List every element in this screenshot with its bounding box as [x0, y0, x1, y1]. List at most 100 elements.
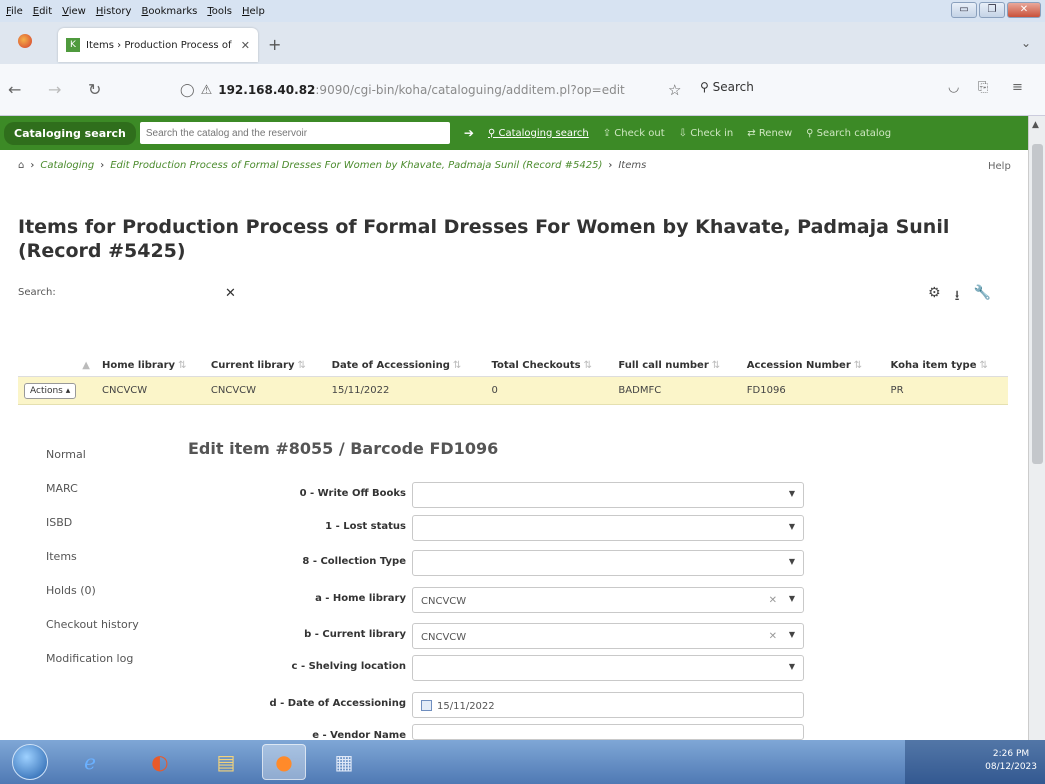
list-tabs-icon[interactable]: ⌄	[1021, 36, 1031, 50]
browser-tab[interactable]: K Items › Production Process of ✕	[58, 28, 258, 62]
hamburger-menu-icon[interactable]: ≡	[1012, 80, 1023, 95]
tab-strip: K Items › Production Process of ✕ + ⌄	[0, 22, 1045, 64]
column-header-sort[interactable]: ▲	[18, 355, 96, 377]
firefox-view-icon[interactable]	[18, 34, 32, 48]
clock[interactable]: 2:26 PM 08/12/2023	[985, 748, 1037, 774]
breadcrumb-separator: ›	[608, 160, 613, 171]
table-row: Actions ▴ CNCVCW CNCVCW 15/11/2022 0 BAD…	[18, 376, 1008, 405]
nav-marc[interactable]: MARC	[46, 482, 139, 516]
sort-icon: ⇅	[178, 360, 187, 371]
column-header-total-checkouts[interactable]: Total Checkouts ⇅	[485, 355, 613, 377]
sort-icon: ⇅	[853, 360, 863, 371]
url-path: :9090/cgi-bin/koha/cataloguing/additem.p…	[315, 83, 625, 97]
calendar-icon[interactable]	[421, 700, 432, 711]
connection-icon[interactable]: ⚠	[201, 83, 213, 98]
field-label: 0 - Write Off Books	[299, 488, 406, 499]
shelving-location-select[interactable]: ▼	[412, 655, 804, 681]
scrollbar-thumb[interactable]	[1032, 144, 1043, 464]
vendor-name-input[interactable]	[412, 724, 804, 740]
column-header-date-of-accessioning[interactable]: Date of Accessioning ⇅	[325, 355, 486, 377]
breadcrumb-separator: ›	[100, 160, 105, 171]
forward-icon[interactable]: →	[48, 80, 61, 99]
nav-items[interactable]: Items	[46, 550, 139, 584]
clear-selection-icon[interactable]: ✕	[769, 631, 777, 642]
write-off-books-select[interactable]: ▼	[412, 482, 804, 508]
extensions-icon[interactable]: ⎘	[978, 80, 988, 95]
document-icon[interactable]: ▦	[322, 744, 366, 780]
column-header-home-library[interactable]: Home library ⇅	[96, 355, 205, 377]
breadcrumb-separator: ›	[30, 160, 35, 171]
bookmark-star-icon[interactable]: ☆	[668, 81, 681, 99]
menu-bookmarks[interactable]: Bookmarks	[141, 6, 197, 17]
menu-history[interactable]: History	[96, 6, 132, 17]
minimize-icon[interactable]: ▭	[951, 2, 977, 18]
dropdown-arrow-icon: ▼	[788, 594, 795, 603]
gear-icon[interactable]: ⚙	[928, 285, 941, 309]
nav-holds[interactable]: Holds (0)	[46, 584, 139, 618]
vertical-scrollbar[interactable]: ▲	[1028, 116, 1045, 740]
dropdown-arrow-icon: ▼	[788, 630, 795, 639]
edit-item-title: Edit item #8055 / Barcode FD1096	[188, 439, 499, 458]
link-cataloging-search[interactable]: ⚲ Cataloging search	[488, 128, 589, 139]
pocket-icon[interactable]: ◡	[948, 80, 959, 95]
url-bar[interactable]: ◯ ⚠ 192.168.40.82:9090/cgi-bin/koha/cata…	[180, 76, 770, 104]
download-icon[interactable]: ⭳	[955, 285, 960, 309]
help-link[interactable]: Help	[988, 161, 1011, 172]
cell-current-library: CNCVCW	[204, 376, 326, 405]
browser-search-box[interactable]: ⚲ Search	[700, 80, 754, 94]
home-icon[interactable]: ⌂	[18, 160, 24, 171]
date-of-accessioning-input[interactable]: 15/11/2022	[412, 692, 804, 718]
breadcrumb-cataloging[interactable]: Cataloging	[40, 160, 94, 171]
wrench-icon[interactable]: 🔧	[973, 285, 990, 309]
office-icon[interactable]: ◐	[138, 744, 182, 780]
menu-view[interactable]: View	[62, 6, 86, 17]
menu-file[interactable]: File	[6, 6, 23, 17]
field-label: a - Home library	[315, 593, 406, 604]
column-header-koha-item-type[interactable]: Koha item type ⇅	[884, 355, 1008, 377]
new-tab-icon[interactable]: +	[268, 35, 281, 54]
nav-normal[interactable]: Normal	[46, 448, 139, 482]
column-header-accession-number[interactable]: Accession Number ⇅	[740, 355, 885, 377]
restore-icon[interactable]: ❐	[979, 2, 1005, 18]
column-header-current-library[interactable]: Current library ⇅	[204, 355, 326, 377]
back-icon[interactable]: ←	[8, 80, 21, 99]
link-search-catalog[interactable]: ⚲ Search catalog	[806, 128, 891, 139]
menu-tools[interactable]: Tools	[207, 6, 232, 17]
internet-explorer-icon[interactable]: ℯ	[68, 744, 112, 780]
breadcrumb-record[interactable]: Edit Production Process of Formal Dresse…	[110, 160, 602, 171]
sort-icon: ▲	[82, 360, 90, 371]
firefox-icon[interactable]: ●	[262, 744, 306, 780]
catalog-search-input[interactable]	[139, 122, 450, 144]
reload-icon[interactable]: ↻	[88, 80, 101, 99]
search-submit-icon[interactable]: ➔	[464, 126, 474, 140]
cataloging-search-tab[interactable]: Cataloging search	[4, 121, 136, 145]
folder-icon[interactable]: ▤	[204, 744, 248, 780]
windows-taskbar: ℯ ◐ ▤ ● ▦ 2:26 PM 08/12/2023	[0, 740, 1045, 784]
tab-close-icon[interactable]: ✕	[241, 39, 250, 52]
url-host: 192.168.40.82	[218, 83, 316, 97]
clear-selection-icon[interactable]: ✕	[769, 595, 777, 606]
collection-type-select[interactable]: ▼	[412, 550, 804, 576]
menu-help[interactable]: Help	[242, 6, 265, 17]
start-button[interactable]	[12, 744, 48, 780]
link-check-out[interactable]: ⇪ Check out	[603, 128, 665, 139]
close-window-icon[interactable]: ✕	[1007, 2, 1041, 18]
nav-checkout-history[interactable]: Checkout history	[46, 618, 139, 652]
scroll-up-icon[interactable]: ▲	[1032, 120, 1039, 130]
menu-edit[interactable]: Edit	[33, 6, 52, 17]
link-check-in[interactable]: ⇩ Check in	[679, 128, 734, 139]
koha-favicon-icon: K	[66, 38, 80, 52]
page-title: Items for Production Process of Formal D…	[18, 216, 950, 262]
clear-search-icon[interactable]: ✕	[225, 286, 236, 301]
current-library-select[interactable]: CNCVCW ✕ ▼	[412, 623, 804, 649]
menu-bar: File Edit View History Bookmarks Tools H…	[0, 0, 1045, 22]
field-current-library: b - Current library CNCVCW ✕ ▼	[160, 623, 810, 651]
link-renew[interactable]: ⇄ Renew	[747, 128, 792, 139]
home-library-select[interactable]: CNCVCW ✕ ▼	[412, 587, 804, 613]
actions-button[interactable]: Actions ▴	[24, 383, 77, 399]
field-lost-status: 1 - Lost status ▼	[160, 515, 810, 543]
nav-modification-log[interactable]: Modification log	[46, 652, 139, 686]
nav-isbd[interactable]: ISBD	[46, 516, 139, 550]
column-header-full-call-number[interactable]: Full call number ⇅	[612, 355, 741, 377]
lost-status-select[interactable]: ▼	[412, 515, 804, 541]
